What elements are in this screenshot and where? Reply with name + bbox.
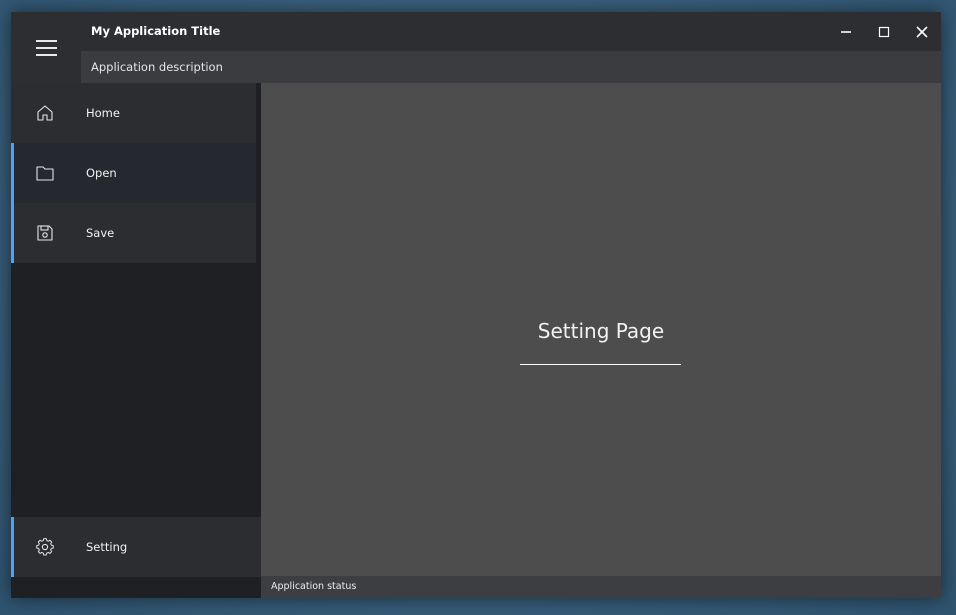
minimize-icon [841,30,851,33]
app-title: My Application Title [91,24,221,38]
item-accent-bar [11,203,14,263]
maximize-button[interactable] [865,12,903,51]
sidebar-item-label: Save [86,226,115,240]
sidebar-item-home[interactable]: Home [11,83,256,143]
folder-icon [36,166,54,181]
app-description: Application description [91,60,223,74]
home-icon [37,105,53,121]
description-bar: Application description [81,51,941,83]
gear-icon [36,538,54,556]
close-icon [916,25,928,38]
hamburger-icon [35,39,57,56]
sidebar-item-label: Home [86,106,120,120]
app-window: My Application Title Application descrip… [11,12,941,598]
maximize-icon [878,26,890,37]
sidebar: Home Open Save Setting [11,83,261,598]
main-content: Setting Page [261,83,941,576]
close-button[interactable] [903,12,941,51]
item-accent-bar [11,517,14,577]
sidebar-item-label: Setting [86,540,128,554]
status-text: Application status [271,581,357,592]
sidebar-item-save[interactable]: Save [11,203,256,263]
minimize-button[interactable] [827,12,865,51]
save-icon [37,225,53,241]
sidebar-item-open[interactable]: Open [11,143,256,203]
selection-indicator [11,143,14,203]
page-title: Setting Page [537,319,665,343]
title-underline [520,364,681,365]
hamburger-menu-button[interactable] [11,12,81,83]
sidebar-item-label: Open [86,166,117,180]
window-controls [827,12,941,51]
status-bar: Application status [261,576,941,598]
sidebar-item-setting[interactable]: Setting [11,517,261,577]
